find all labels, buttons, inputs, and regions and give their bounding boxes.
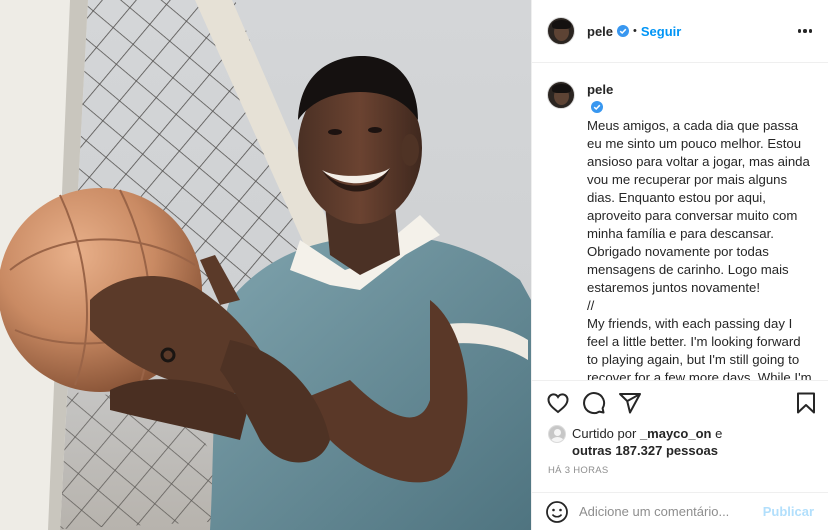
follow-button[interactable]: Seguir [641,24,681,39]
post-side-panel: pele • Seguir pele Meus amigos, a cada d… [531,0,828,530]
comment-input[interactable] [579,504,763,519]
photo-illustration [0,0,531,530]
avatar[interactable] [547,17,575,45]
likes-summary: Curtido por _mayco_on e outras 187.327 p… [532,424,828,462]
liker-username-link[interactable]: _mayco_on [640,426,712,441]
heart-icon[interactable] [546,391,570,415]
action-bar [532,380,828,424]
caption-avatar[interactable] [547,81,575,109]
caption-divider: // [587,298,595,313]
caption-text: pele Meus amigos, a cada dia que passa e… [587,81,812,380]
caption-portuguese: Meus amigos, a cada dia que passa eu me … [587,118,810,295]
verified-badge-icon [617,25,630,37]
verified-badge-icon [591,101,603,113]
post-header: pele • Seguir [532,0,828,63]
caption-username[interactable]: pele [587,82,613,97]
likes-count-link[interactable]: outras 187.327 pessoas [572,443,718,458]
post-timestamp[interactable]: HÁ 3 HORAS [532,462,828,492]
likes-prefix: Curtido por [572,426,637,441]
emoji-icon[interactable] [545,500,569,524]
share-icon[interactable] [618,391,642,415]
caption-english: My friends, with each passing day I feel… [587,316,812,380]
instagram-post: pele • Seguir pele Meus amigos, a cada d… [0,0,828,530]
caption-container: pele Meus amigos, a cada dia que passa e… [532,63,828,380]
likes-and: e [715,426,723,441]
post-photo[interactable] [0,0,531,530]
username-link[interactable]: pele [587,24,613,39]
separator-dot: • [633,25,637,37]
publish-button[interactable]: Publicar [763,504,814,519]
comment-icon[interactable] [582,391,606,415]
liker-avatar[interactable] [548,425,566,443]
more-options-icon[interactable] [796,21,815,41]
likes-text: Curtido por _mayco_on e outras 187.327 p… [572,425,722,459]
comment-box: Publicar [532,492,828,530]
bookmark-icon[interactable] [794,391,818,415]
